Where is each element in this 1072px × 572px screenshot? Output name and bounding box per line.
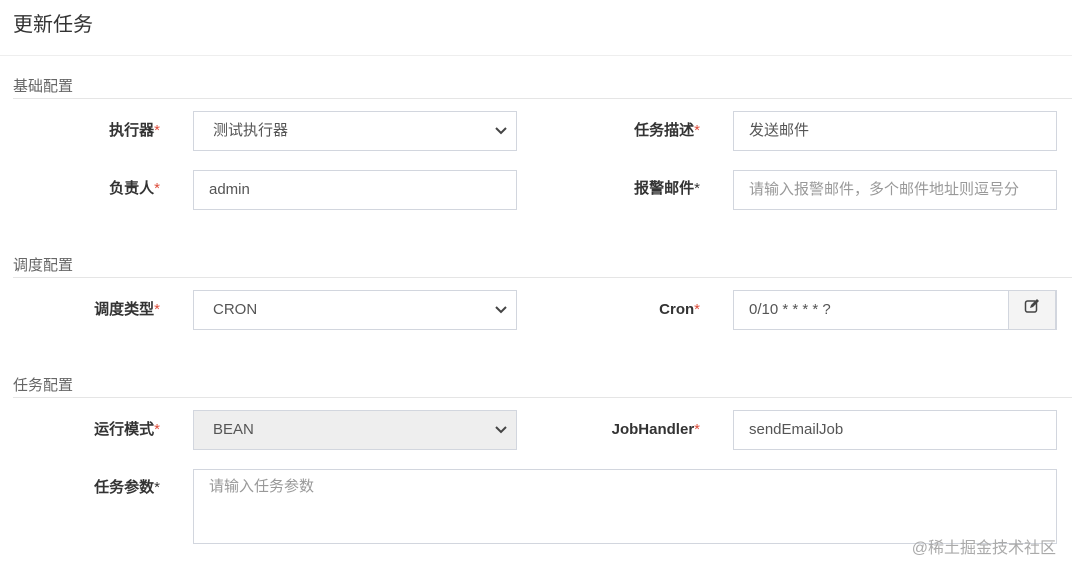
alarm-email-label: 报警邮件* <box>634 180 700 197</box>
chevron-down-icon <box>494 291 508 344</box>
executor-label: 执行器* <box>109 122 160 139</box>
params-textarea[interactable]: 请输入任务参数 <box>193 469 1057 544</box>
schedule-type-select[interactable]: CRON <box>193 290 517 330</box>
cron-input[interactable]: 0/10 * * * * ? <box>733 290 1057 330</box>
desc-input[interactable]: 发送邮件 <box>733 111 1057 151</box>
jobhandler-label: JobHandler* <box>611 421 700 438</box>
desc-label: 任务描述* <box>634 122 700 139</box>
cron-edit-button[interactable] <box>1008 290 1056 330</box>
run-mode-label: 运行模式* <box>94 421 160 438</box>
owner-label: 负责人* <box>109 180 160 197</box>
section-schedule: 调度配置 <box>13 254 1072 278</box>
alarm-email-input[interactable]: 请输入报警邮件，多个邮件地址则逗号分 <box>733 170 1057 210</box>
section-task: 任务配置 <box>13 374 1072 398</box>
params-label: 任务参数* <box>94 479 160 496</box>
cron-label: Cron* <box>659 301 700 318</box>
edit-icon <box>1024 291 1040 329</box>
executor-select[interactable]: 测试执行器 <box>193 111 517 151</box>
modal-header: 更新任务 <box>0 0 1072 56</box>
chevron-down-icon <box>494 112 508 165</box>
chevron-down-icon <box>494 411 508 464</box>
watermark: @稀土掘金技术社区 <box>911 540 1056 557</box>
page-title: 更新任务 <box>13 14 93 36</box>
schedule-type-label: 调度类型* <box>94 301 160 318</box>
jobhandler-input[interactable]: sendEmailJob <box>733 410 1057 450</box>
section-basic: 基础配置 <box>13 75 1072 99</box>
owner-input[interactable]: admin <box>193 170 517 210</box>
run-mode-select[interactable]: BEAN <box>193 410 517 450</box>
